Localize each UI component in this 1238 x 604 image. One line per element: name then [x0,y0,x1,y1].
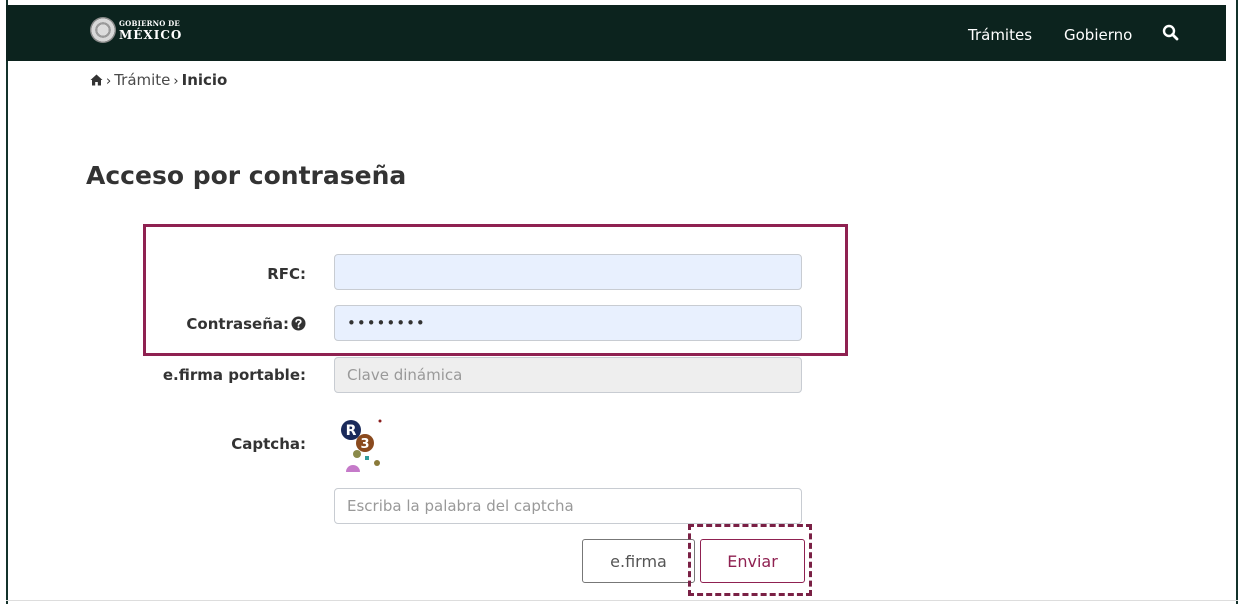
logo-subtitle: GOBIERNO DE [119,19,180,28]
captcha-input[interactable] [334,488,802,524]
frame-left-border [6,0,8,604]
breadcrumb-separator: › [106,74,112,89]
breadcrumb-item-tramite[interactable]: Trámite [114,71,170,89]
breadcrumb-current: Inicio [181,71,228,89]
bottom-divider [6,600,1238,601]
nav-link-tramites[interactable]: Trámites [968,26,1032,44]
captcha-image: R 3 [341,419,382,472]
government-seal-icon [90,17,116,43]
breadcrumb-separator: › [173,74,179,89]
dynamic-key-input[interactable] [334,357,802,393]
question-circle-icon[interactable] [291,316,306,331]
page-title: Acceso por contraseña [86,161,407,190]
captcha-label: Captcha: [231,435,306,453]
search-icon[interactable] [1161,23,1181,43]
submit-highlight-box [688,524,812,596]
breadcrumb: › Trámite › Inicio [90,71,227,89]
password-label: Contraseña: [186,315,306,333]
svg-text:3: 3 [360,437,369,452]
logo-title[interactable]: MÉXICO [119,28,182,42]
password-input[interactable] [334,305,802,341]
password-label-text: Contraseña: [186,315,289,333]
efirma-portable-label: e.firma portable: [162,366,306,384]
svg-text:R: R [346,423,357,439]
rfc-input[interactable] [334,254,802,290]
efirma-button[interactable]: e.firma [582,539,695,583]
nav-link-gobierno[interactable]: Gobierno [1064,26,1132,44]
home-icon[interactable] [90,74,103,86]
top-navbar: GOBIERNO DE MÉXICO Trámites Gobierno [6,5,1226,61]
rfc-label: RFC: [267,265,306,283]
